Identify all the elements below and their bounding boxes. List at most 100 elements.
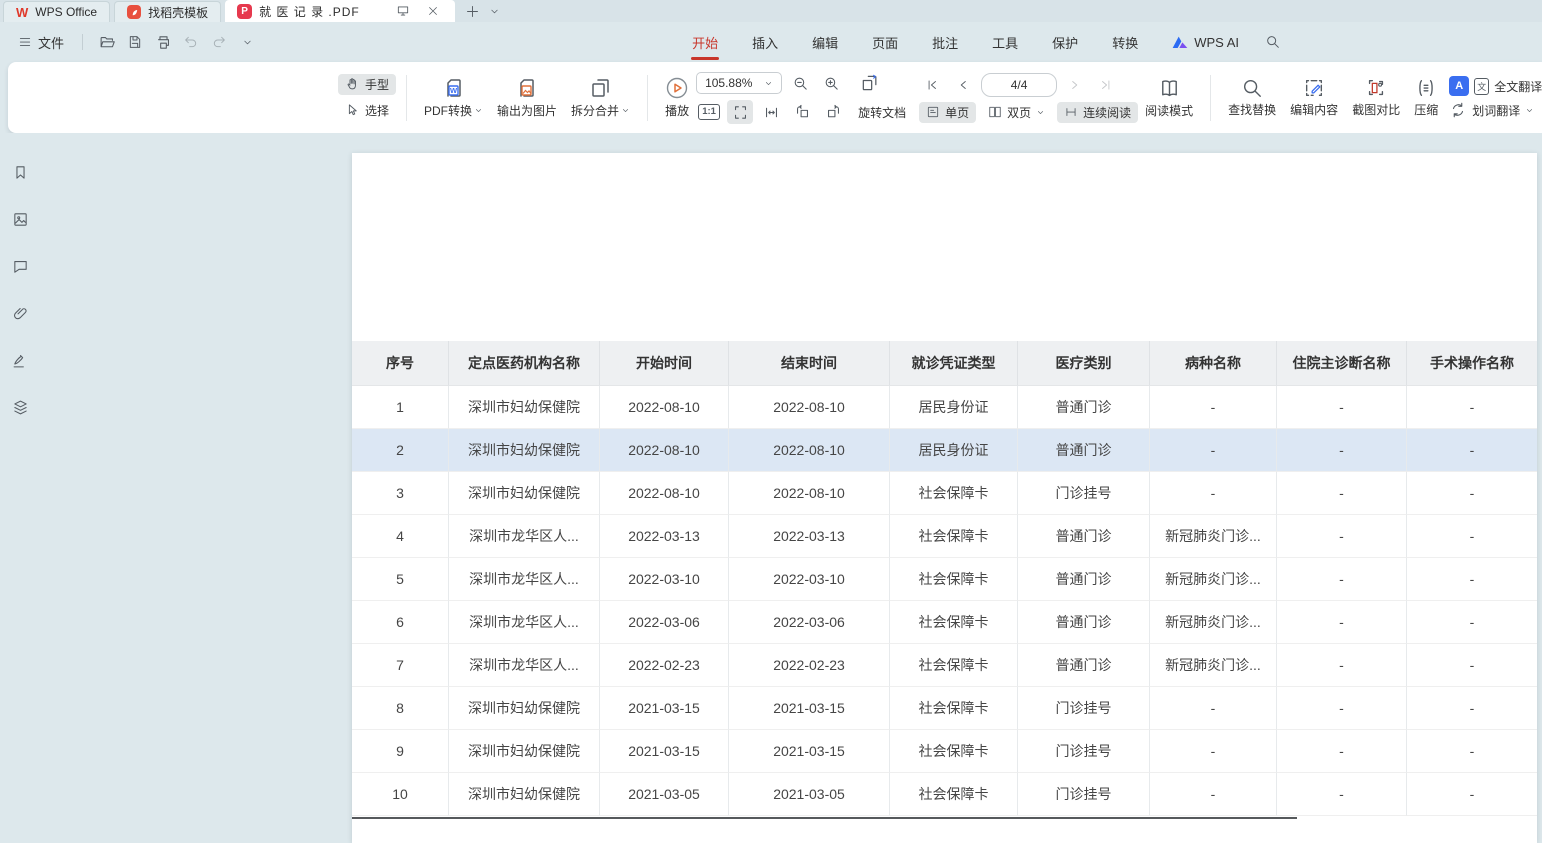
rotate-right-icon[interactable] [820,100,846,124]
ribbon-tab[interactable]: 插入 [750,28,780,57]
find-replace-button[interactable]: 查找替换 [1221,77,1283,118]
monitor-icon[interactable] [393,1,413,21]
bookmark-icon[interactable] [7,159,33,185]
print-icon[interactable] [151,30,175,54]
ribbon-tab[interactable]: 工具 [990,28,1020,57]
ribbon-tab[interactable]: 编辑 [810,28,840,57]
signature-pen-icon[interactable] [7,347,33,373]
wps-ai-logo-icon [1172,35,1188,49]
select-tool-button[interactable]: 选择 [338,100,396,121]
full-translate-icon: A [1449,76,1469,96]
file-menu-button[interactable]: 文件 [10,29,72,56]
tab-label: 就 医 记 录 .PDF [259,3,360,20]
double-page-icon [988,105,1002,119]
search-icon[interactable] [1261,30,1285,54]
ribbon-tab[interactable]: 转换 [1110,28,1140,57]
pdf-convert-button[interactable]: W PDF转换 [417,76,490,119]
single-page-button[interactable]: 单页 [919,102,976,123]
undo-history-chevron-icon[interactable] [235,30,259,54]
full-translate-label: 全文翻译 [1494,78,1542,95]
last-page-icon[interactable] [1093,73,1119,97]
double-page-button[interactable]: 双页 [981,102,1052,123]
cell-end-date: 2021-03-05 [729,773,890,816]
single-page-label: 单页 [945,104,969,121]
compress-button[interactable]: 压缩 [1407,77,1445,118]
cell-start-date: 2022-08-10 [600,472,729,515]
close-tab-icon[interactable] [423,1,443,21]
cell-seq: 1 [352,386,449,429]
cell-start-date: 2021-03-15 [600,730,729,773]
cell-disease-name: 新冠肺炎门诊... [1150,644,1277,687]
table-row: 7 深圳市龙华区人... 2022-02-23 2022-02-23 社会保障卡… [352,644,1537,687]
cell-medical-category: 普通门诊 [1018,558,1150,601]
thumbnail-image-icon[interactable] [7,206,33,232]
cell-institution: 深圳市龙华区人... [449,558,600,601]
prev-page-icon[interactable] [950,73,976,97]
open-folder-icon[interactable] [95,30,119,54]
ribbon-tab[interactable]: 页面 [870,28,900,57]
table-header-cell: 医疗类别 [1018,341,1150,386]
cell-end-date: 2022-02-23 [729,644,890,687]
edit-content-button[interactable]: 编辑内容 [1283,77,1345,118]
attachment-icon[interactable] [7,300,33,326]
continuous-read-button[interactable]: 连续阅读 [1057,102,1138,123]
ribbon-tab[interactable]: 批注 [930,28,960,57]
compress-label: 压缩 [1414,101,1438,118]
tab-document-pdf[interactable]: P 就 医 记 录 .PDF [225,0,455,22]
chevron-down-icon [1525,106,1534,115]
cell-medical-category: 普通门诊 [1018,601,1150,644]
next-page-icon[interactable] [1062,73,1088,97]
screenshot-compare-button[interactable]: 截图对比 [1345,77,1407,118]
cell-operation-name: - [1407,429,1537,472]
play-button[interactable]: 播放 [658,76,696,119]
tab-list-chevron-icon[interactable] [485,1,505,21]
word-translate-icon [1449,101,1467,119]
cell-end-date: 2022-03-10 [729,558,890,601]
tab-docer-templates[interactable]: 找稻壳模板 [114,1,221,22]
ribbon-tab[interactable]: 开始 [690,28,720,57]
page-number-input[interactable] [981,73,1057,97]
table-row: 10 深圳市妇幼保健院 2021-03-05 2021-03-05 社会保障卡 … [352,773,1537,816]
cell-end-date: 2022-03-06 [729,601,890,644]
hand-tool-button[interactable]: 手型 [338,74,396,95]
comment-icon[interactable] [7,253,33,279]
cell-medical-category: 门诊挂号 [1018,687,1150,730]
export-image-button[interactable]: 输出为图片 [490,76,564,119]
cell-disease-name: - [1150,687,1277,730]
table-header-cell: 住院主诊断名称 [1277,341,1407,386]
undo-icon[interactable] [179,30,203,54]
save-icon[interactable] [123,30,147,54]
zoom-level-value: 105.88% [705,76,752,90]
cell-seq: 4 [352,515,449,558]
cell-medical-category: 普通门诊 [1018,429,1150,472]
full-translate-button[interactable]: A 文 全文翻译 [1449,76,1542,96]
window-tab-bar: W WPS Office 找稻壳模板 P 就 医 记 录 .PDF [0,0,1542,22]
swap-pages-icon[interactable] [857,71,883,95]
read-mode-button[interactable]: 阅读模式 [1138,77,1200,119]
split-merge-button[interactable]: 拆分合并 [564,76,637,119]
continuous-read-icon [1064,105,1078,119]
fit-page-icon [732,104,749,121]
new-tab-plus-icon[interactable] [463,1,483,21]
word-translate-button[interactable]: 划词翻译 [1449,101,1542,119]
cell-disease-name: 新冠肺炎门诊... [1150,601,1277,644]
fit-width-button[interactable] [758,100,784,124]
cell-operation-name: - [1407,687,1537,730]
redo-icon[interactable] [207,30,231,54]
medical-records-table: 序号定点医药机构名称开始时间结束时间就诊凭证类型医疗类别病种名称住院主诊断名称手… [352,341,1537,819]
rotate-left-icon[interactable] [789,100,815,124]
ribbon-tab[interactable]: 保护 [1050,28,1080,57]
zoom-in-icon[interactable] [818,71,844,95]
zoom-level-dropdown[interactable]: 105.88% [696,72,782,94]
rotate-doc-button[interactable]: 旋转文档 [851,102,913,123]
actual-size-button[interactable]: 1:1 [696,100,722,124]
cell-institution: 深圳市龙华区人... [449,515,600,558]
fit-page-button[interactable] [727,100,753,124]
wps-ai-button[interactable]: WPS AI [1172,35,1239,50]
zoom-out-icon[interactable] [787,71,813,95]
table-body: 1 深圳市妇幼保健院 2022-08-10 2022-08-10 居民身份证 普… [352,386,1537,816]
tab-wps-office[interactable]: W WPS Office [3,1,110,22]
first-page-icon[interactable] [919,73,945,97]
layers-icon[interactable] [7,394,33,420]
hand-icon [345,77,360,92]
